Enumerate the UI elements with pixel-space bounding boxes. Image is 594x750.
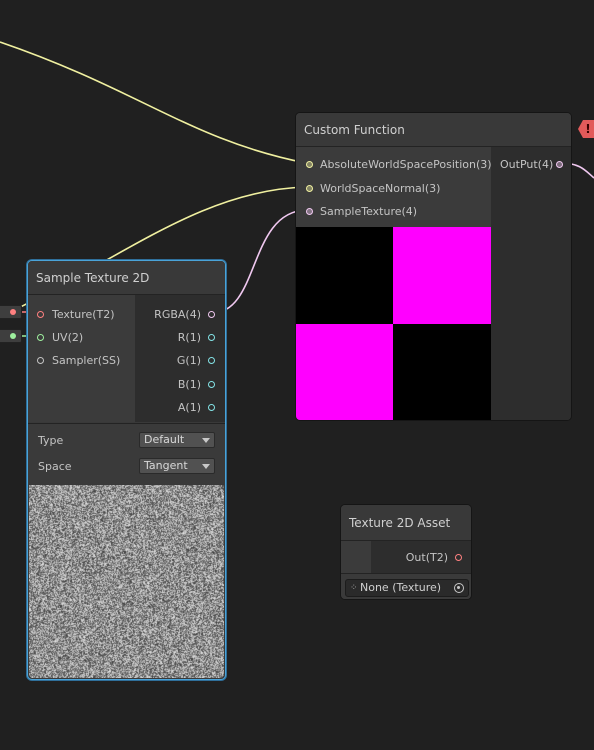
sample-texture-preview	[29, 485, 224, 678]
output-port-out-t2[interactable]: Out(T2)	[406, 550, 462, 566]
texture-asset-title[interactable]: Texture 2D Asset	[341, 505, 471, 541]
port-dot-icon[interactable]	[208, 334, 215, 341]
texture-asset-left-pane	[341, 541, 371, 573]
uv-input-connector[interactable]	[0, 329, 22, 343]
type-label: Type	[38, 434, 64, 447]
input-port-position[interactable]: AbsoluteWorldSpacePosition(3)	[306, 157, 492, 173]
custom-function-node[interactable]: Custom Function AbsoluteWorldSpacePositi…	[295, 112, 572, 421]
texture-dot-icon	[10, 309, 16, 315]
sample-texture-title[interactable]: Sample Texture 2D	[28, 261, 225, 295]
input-port-uv[interactable]: UV(2)	[37, 330, 83, 346]
output-port-g[interactable]: G(1)	[177, 353, 215, 369]
wire-position	[0, 41, 307, 164]
texture-input-connector[interactable]	[0, 305, 22, 319]
texture-asset-field-row: ⁘ None (Texture)	[341, 573, 471, 599]
port-dot-icon[interactable]	[37, 311, 44, 318]
input-port-normal[interactable]: WorldSpaceNormal(3)	[306, 181, 440, 197]
port-dot-icon[interactable]	[455, 554, 462, 561]
type-dropdown[interactable]: Default	[139, 432, 215, 448]
port-dot-icon[interactable]	[37, 357, 44, 364]
preview-tile	[393, 227, 491, 324]
sample-texture-node[interactable]: Sample Texture 2D Texture(T2) UV(2) Samp…	[27, 260, 226, 680]
texture-object-field[interactable]: ⁘ None (Texture)	[345, 579, 469, 597]
input-port-sampler[interactable]: Sampler(SS)	[37, 353, 120, 369]
chevron-down-icon	[202, 464, 210, 469]
input-port-texture[interactable]: Texture(T2)	[37, 307, 115, 323]
custom-function-preview	[296, 227, 491, 420]
output-port-output[interactable]: OutPut(4)	[500, 157, 563, 173]
object-picker-dot	[457, 586, 460, 589]
object-picker-icon[interactable]	[454, 583, 464, 593]
input-port-sampletexture[interactable]: SampleTexture(4)	[306, 204, 417, 220]
uv-dot-icon	[10, 333, 16, 339]
custom-function-outputs	[491, 147, 571, 420]
output-port-r[interactable]: R(1)	[178, 330, 215, 346]
preview-tile	[393, 324, 491, 420]
port-dot-icon[interactable]	[208, 357, 215, 364]
port-dot-icon[interactable]	[37, 334, 44, 341]
output-port-b[interactable]: B(1)	[178, 377, 215, 393]
texture-icon: ⁘	[350, 583, 358, 593]
custom-function-title[interactable]: Custom Function	[296, 113, 571, 147]
port-dot-icon[interactable]	[306, 161, 313, 168]
output-port-rgba[interactable]: RGBA(4)	[154, 307, 215, 323]
texture-asset-node[interactable]: Texture 2D Asset Out(T2) ⁘ None (Texture…	[340, 504, 472, 600]
sample-texture-properties: Type Default Space Tangent	[28, 423, 225, 484]
port-dot-icon[interactable]	[306, 208, 313, 215]
port-dot-icon[interactable]	[208, 404, 215, 411]
wire-sample	[211, 209, 307, 314]
port-dot-icon[interactable]	[208, 381, 215, 388]
preview-tile	[296, 324, 393, 420]
port-dot-icon[interactable]	[556, 161, 563, 168]
port-dot-icon[interactable]	[208, 311, 215, 318]
preview-tile	[296, 227, 393, 324]
port-dot-icon[interactable]	[306, 185, 313, 192]
output-port-a[interactable]: A(1)	[178, 400, 215, 416]
chevron-down-icon	[202, 438, 210, 443]
space-dropdown[interactable]: Tangent	[139, 458, 215, 474]
space-label: Space	[38, 460, 72, 473]
